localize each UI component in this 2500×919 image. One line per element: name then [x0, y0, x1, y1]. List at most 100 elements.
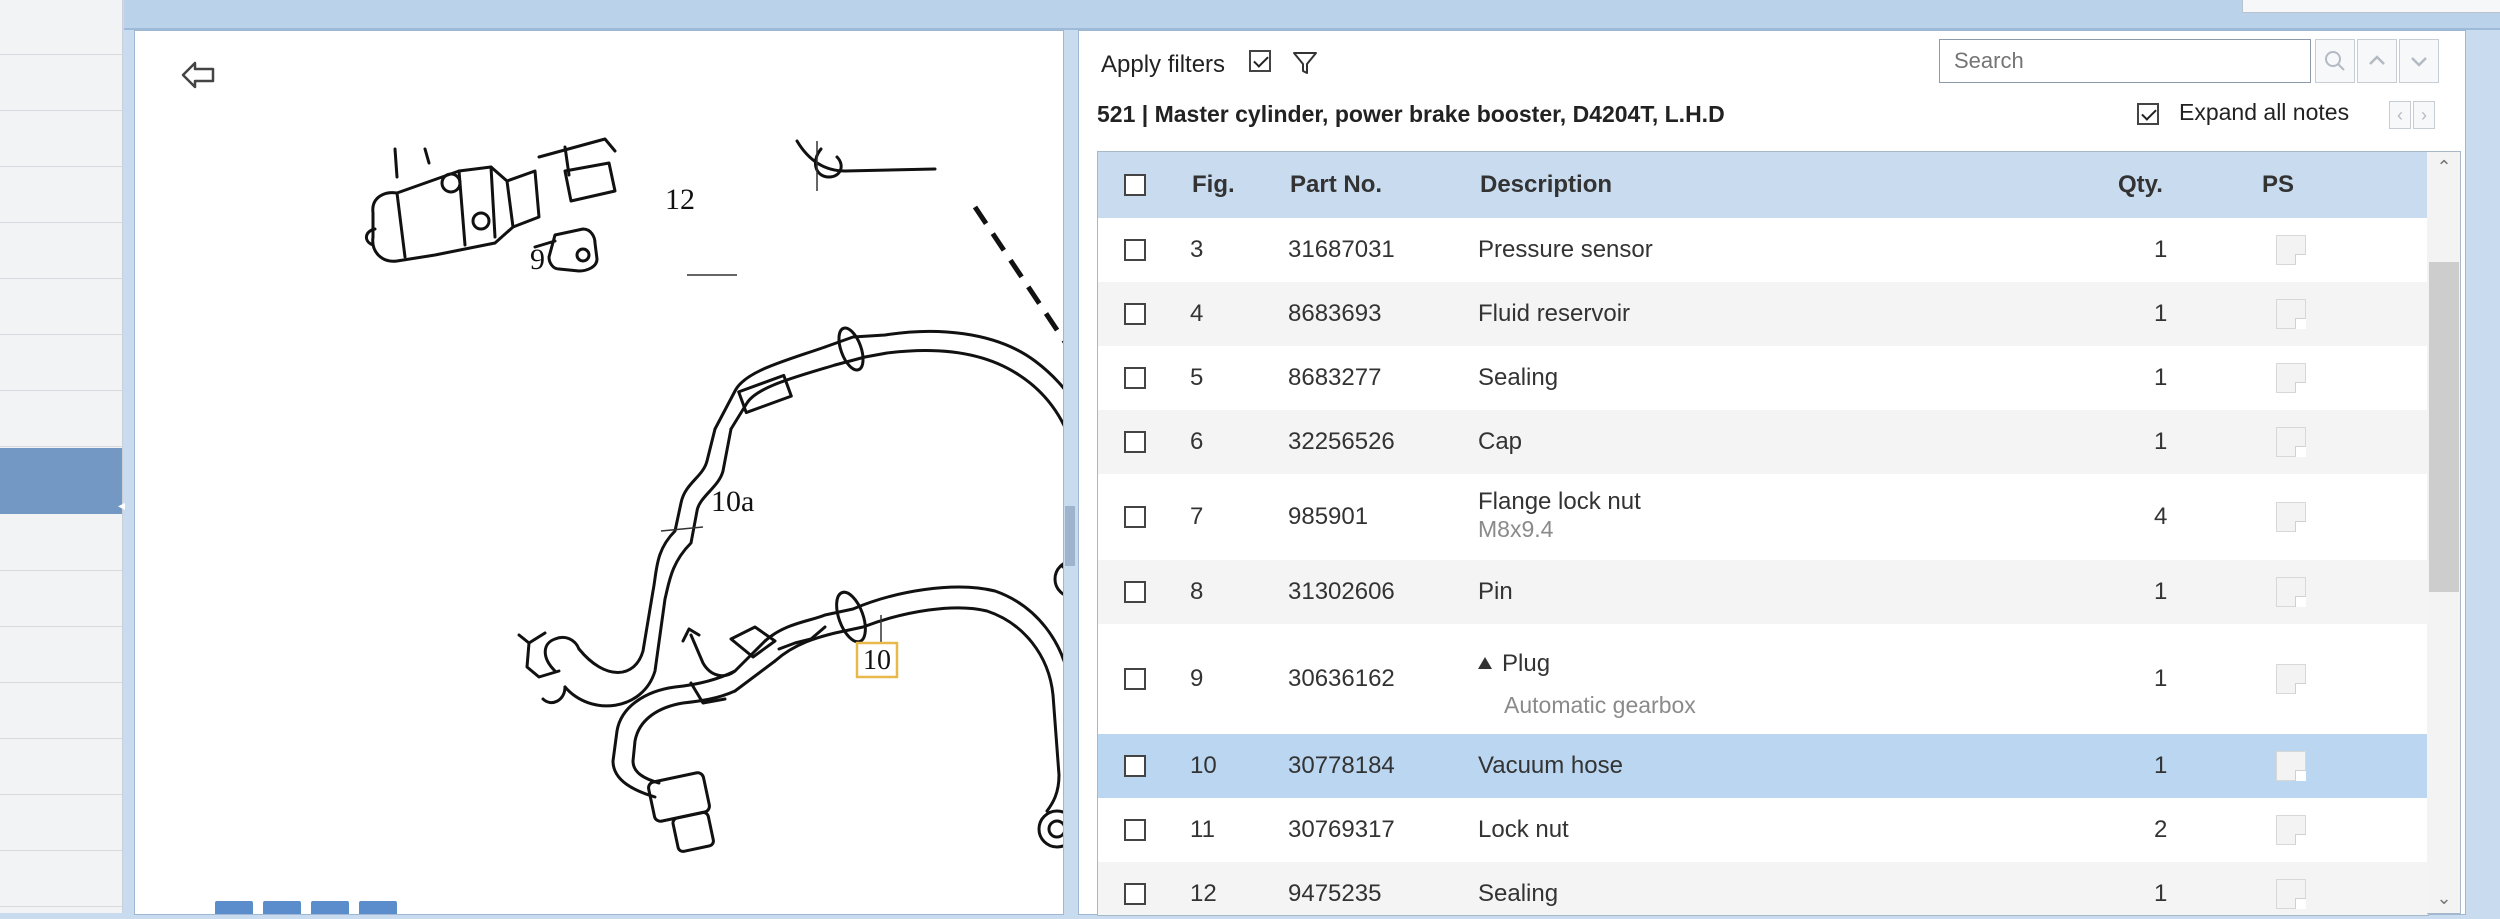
- notes-next-button[interactable]: ›: [2413, 101, 2435, 129]
- nav-item[interactable]: [0, 516, 122, 571]
- note-icon[interactable]: [2276, 363, 2306, 393]
- note-icon[interactable]: [2276, 427, 2306, 457]
- row-fig: 11: [1190, 816, 1215, 843]
- select-all-checkbox[interactable]: [1124, 174, 1146, 196]
- callout-10[interactable]: 10: [863, 645, 891, 677]
- nav-item[interactable]: [0, 684, 122, 739]
- collapse-nav-handle[interactable]: ◂: [118, 490, 126, 520]
- splitter-grip[interactable]: [1065, 506, 1075, 566]
- row-qty: 2: [2154, 816, 2168, 843]
- nav-item[interactable]: [0, 740, 122, 795]
- nav-item[interactable]: [0, 0, 122, 55]
- nav-item[interactable]: [0, 56, 122, 111]
- diagram-page-tabs: [215, 901, 407, 914]
- row-checkbox[interactable]: [1124, 367, 1146, 389]
- table-row[interactable]: 8 31302606 Pin 1: [1098, 560, 2428, 624]
- search-button[interactable]: [2315, 39, 2355, 83]
- top-toolbar: [124, 0, 2500, 30]
- row-description: Sealing: [1478, 364, 1559, 391]
- table-row[interactable]: 3 31687031 Pressure sensor 1: [1098, 218, 2428, 282]
- table-row[interactable]: 9 30636162 Plug Automatic gearbox 1: [1098, 624, 2428, 734]
- notes-prev-button[interactable]: ‹: [2389, 101, 2411, 129]
- note-icon[interactable]: [2276, 879, 2306, 909]
- row-checkbox[interactable]: [1124, 303, 1146, 325]
- row-checkbox[interactable]: [1124, 431, 1146, 453]
- nav-item[interactable]: [0, 392, 122, 447]
- nav-item[interactable]: [0, 112, 122, 167]
- nav-item[interactable]: [0, 796, 122, 851]
- table-row[interactable]: 6 32256526 Cap 1: [1098, 410, 2428, 474]
- parts-panel: Apply filters 521 | Master cylinder, pow…: [1078, 30, 2466, 916]
- note-icon[interactable]: [2276, 815, 2306, 845]
- nav-item[interactable]: [0, 224, 122, 279]
- note-icon[interactable]: [2276, 751, 2306, 781]
- chevron-down-icon: [2411, 57, 2427, 67]
- table-scrollbar[interactable]: ⌃ ⌄: [2427, 151, 2461, 914]
- row-note: M8x9.4: [1478, 516, 1554, 542]
- section-title: 521 | Master cylinder, power brake boost…: [1097, 101, 1725, 127]
- expand-all-notes-checkbox[interactable]: [2137, 103, 2159, 125]
- callout-10a[interactable]: 10a: [711, 485, 754, 519]
- callout-12[interactable]: 12: [665, 183, 695, 217]
- toolbar-field[interactable]: [2242, 0, 2500, 13]
- diagram-tab[interactable]: [311, 901, 349, 914]
- row-qty: 1: [2154, 300, 2168, 327]
- next-result-button[interactable]: [2399, 39, 2439, 83]
- note-icon[interactable]: [2276, 664, 2306, 694]
- column-header-fig[interactable]: Fig.: [1192, 152, 1235, 218]
- table-row[interactable]: 4 8683693 Fluid reservoir 1: [1098, 282, 2428, 346]
- apply-filters-checkbox[interactable]: [1249, 50, 1271, 72]
- row-checkbox[interactable]: [1124, 668, 1146, 690]
- column-header-part-no[interactable]: Part No.: [1290, 152, 1382, 218]
- row-description[interactable]: Plug: [1478, 650, 1550, 678]
- row-qty: 4: [2154, 503, 2168, 530]
- column-header-qty[interactable]: Qty.: [2118, 152, 2163, 218]
- table-row[interactable]: 12 9475235 Sealing 1: [1098, 862, 2428, 915]
- table-row-selected[interactable]: 10 30778184 Vacuum hose 1: [1098, 734, 2428, 798]
- row-part-no: 30769317: [1288, 816, 1395, 843]
- scroll-down-icon[interactable]: ⌄: [2427, 883, 2461, 913]
- note-icon[interactable]: [2276, 299, 2306, 329]
- scrollbar-thumb[interactable]: [2429, 262, 2459, 592]
- row-part-no: 31302606: [1288, 578, 1395, 605]
- nav-item[interactable]: [0, 572, 122, 627]
- previous-result-button[interactable]: [2357, 39, 2397, 83]
- diagram-tab[interactable]: [215, 901, 253, 914]
- parts-table: Fig. Part No. Description Qty. PS 3 3168…: [1097, 151, 2429, 916]
- row-checkbox[interactable]: [1124, 755, 1146, 777]
- nav-item-selected[interactable]: [0, 448, 122, 514]
- search-input[interactable]: [1939, 39, 2311, 83]
- column-header-ps[interactable]: PS: [2262, 152, 2294, 218]
- nav-item[interactable]: [0, 336, 122, 391]
- row-checkbox[interactable]: [1124, 883, 1146, 905]
- table-row[interactable]: 5 8683277 Sealing 1: [1098, 346, 2428, 410]
- nav-item[interactable]: [0, 280, 122, 335]
- callout-9[interactable]: 9: [530, 243, 545, 277]
- row-checkbox[interactable]: [1124, 239, 1146, 261]
- note-icon[interactable]: [2276, 502, 2306, 532]
- row-qty: 1: [2154, 428, 2168, 455]
- row-qty: 1: [2154, 665, 2168, 692]
- row-checkbox[interactable]: [1124, 819, 1146, 841]
- nav-item[interactable]: [0, 168, 122, 223]
- nav-item[interactable]: [0, 628, 122, 683]
- row-checkbox[interactable]: [1124, 581, 1146, 603]
- nav-item[interactable]: [0, 852, 122, 907]
- scroll-up-icon[interactable]: ⌃: [2427, 152, 2461, 182]
- row-description: Vacuum hose: [1478, 752, 1623, 779]
- table-row[interactable]: 7 985901 Flange lock nut M8x9.4 4: [1098, 474, 2428, 560]
- collapse-triangle-icon[interactable]: [1478, 657, 1492, 669]
- row-description: Lock nut: [1478, 816, 1569, 843]
- filter-icon[interactable]: [1291, 49, 1319, 77]
- note-icon[interactable]: [2276, 235, 2306, 265]
- row-description: Pin: [1478, 578, 1513, 605]
- diagram-tab[interactable]: [263, 901, 301, 914]
- diagram-panel: 12 9 10a 10: [134, 30, 1064, 915]
- column-header-description[interactable]: Description: [1480, 152, 1612, 218]
- table-row[interactable]: 11 30769317 Lock nut 2: [1098, 798, 2428, 862]
- note-icon[interactable]: [2276, 577, 2306, 607]
- row-checkbox[interactable]: [1124, 506, 1146, 528]
- row-qty: 1: [2154, 880, 2168, 907]
- diagram-tab[interactable]: [359, 901, 397, 914]
- panel-splitter[interactable]: [1064, 30, 1076, 913]
